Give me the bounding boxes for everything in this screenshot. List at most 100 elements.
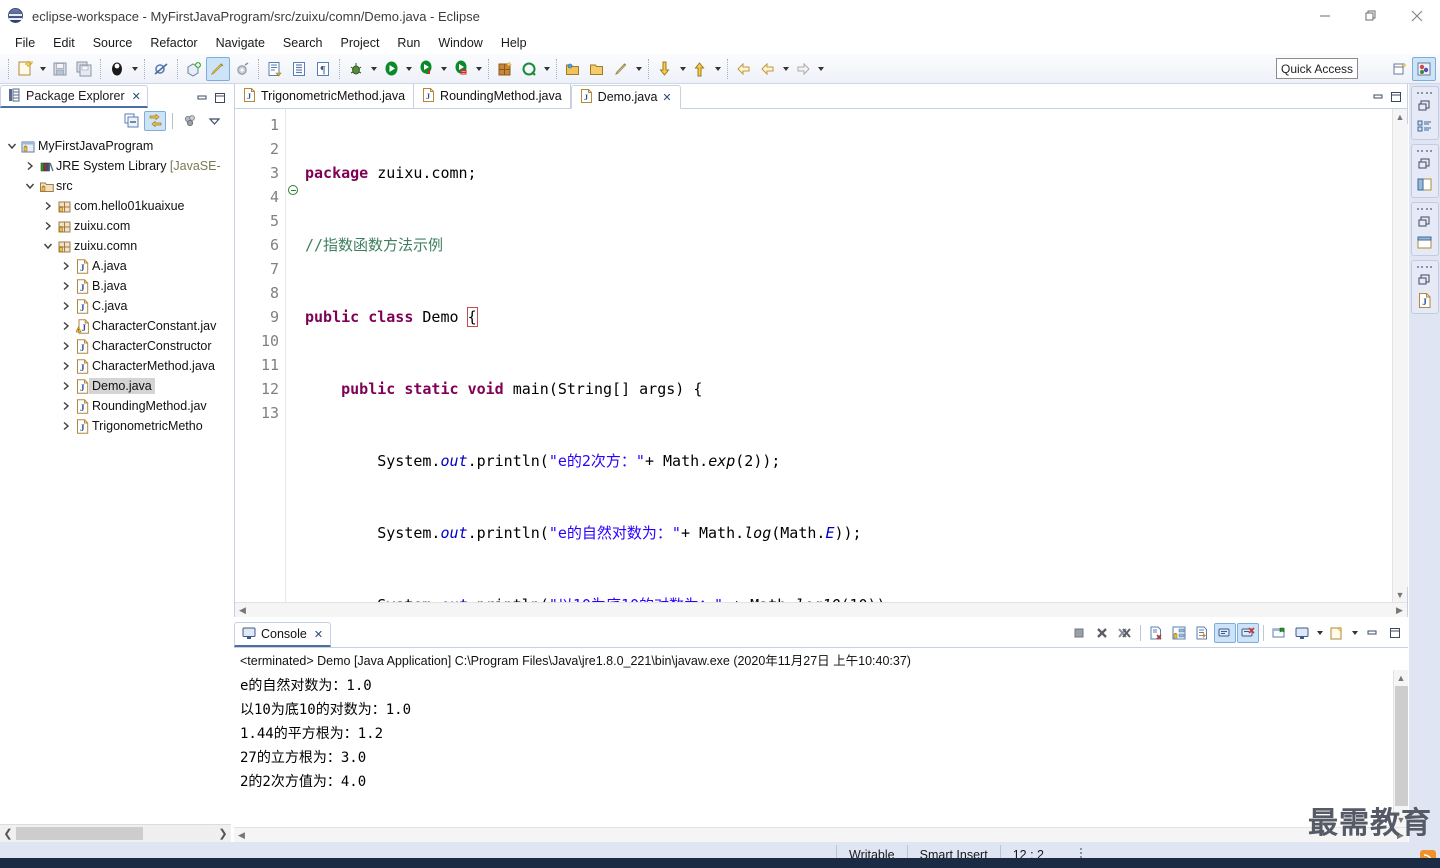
- scroll-left-icon[interactable]: ◀: [235, 603, 250, 618]
- editor-shortcut[interactable]: [1410, 202, 1439, 256]
- drag-handle[interactable]: [1416, 263, 1433, 270]
- chevron-right-icon[interactable]: [58, 338, 74, 354]
- scroll-thumb[interactable]: [16, 827, 144, 840]
- console-output[interactable]: e的自然对数为：1.0 以10为底10的对数为：1.0 1.44的平方根为：1.2 2…: [234, 670, 1393, 827]
- previous-annotation-dropdown-icon[interactable]: [712, 57, 723, 81]
- open-folder-icon[interactable]: [585, 57, 609, 81]
- tree-item-myfirstjavaprogram[interactable]: MyFirstJavaProgram: [0, 136, 231, 156]
- restore-icon[interactable]: [1414, 212, 1436, 232]
- scroll-left-icon[interactable]: ❮: [0, 826, 16, 842]
- link-with-editor-icon[interactable]: [144, 110, 166, 131]
- scroll-track[interactable]: [250, 603, 1392, 618]
- open-console-icon[interactable]: [1326, 623, 1348, 643]
- run-dropdown-icon[interactable]: [403, 57, 414, 81]
- chevron-right-icon[interactable]: [58, 418, 74, 434]
- coverage-icon[interactable]: [449, 57, 473, 81]
- menu-window[interactable]: Window: [429, 34, 491, 52]
- maximize-button[interactable]: [1348, 0, 1394, 32]
- scroll-down-icon[interactable]: ▼: [1394, 812, 1409, 827]
- previous-annotation-icon[interactable]: [688, 57, 712, 81]
- chevron-right-icon[interactable]: [40, 218, 56, 234]
- new-perspective-icon[interactable]: [1388, 57, 1412, 81]
- menu-navigate[interactable]: Navigate: [207, 34, 274, 52]
- forward-dropdown-icon[interactable]: [815, 57, 826, 81]
- drag-handle[interactable]: [1416, 89, 1433, 96]
- chevron-right-icon[interactable]: [58, 378, 74, 394]
- chevron-right-icon[interactable]: [58, 298, 74, 314]
- word-wrap-icon[interactable]: [1191, 623, 1213, 643]
- back-icon[interactable]: [732, 57, 756, 81]
- debug-dropdown-icon[interactable]: [368, 57, 379, 81]
- tab-console[interactable]: Console ✕: [234, 622, 332, 647]
- project-tree[interactable]: MyFirstJavaProgram JRE System Library [Ja…: [0, 134, 231, 824]
- tab-roundingmethod[interactable]: J RoundingMethod.java: [414, 84, 571, 108]
- view-menu-filters-icon[interactable]: [179, 111, 201, 131]
- scroll-track[interactable]: [1392, 124, 1408, 587]
- tree-item-characterconstant-jav[interactable]: J CharacterConstant.jav: [0, 316, 231, 336]
- scroll-up-icon[interactable]: ▲: [1393, 109, 1408, 124]
- chevron-down-icon[interactable]: [4, 138, 20, 154]
- restore-icon[interactable]: [1414, 270, 1436, 290]
- menu-search[interactable]: Search: [274, 34, 332, 52]
- annotation-icon[interactable]: [609, 57, 633, 81]
- search-icon[interactable]: [517, 57, 541, 81]
- tree-item-jre-system-library[interactable]: JRE System Library [JavaSE-: [0, 156, 231, 176]
- close-icon[interactable]: ✕: [662, 91, 671, 104]
- chevron-right-icon[interactable]: [40, 198, 56, 214]
- annotation-dropdown-icon[interactable]: [633, 57, 644, 81]
- maximize-icon[interactable]: [1384, 623, 1406, 643]
- menu-help[interactable]: Help: [492, 34, 536, 52]
- new-wizard-icon[interactable]: [13, 57, 37, 81]
- restore-icon[interactable]: [1414, 96, 1436, 116]
- minimize-icon[interactable]: [193, 89, 211, 107]
- maximize-icon[interactable]: [1387, 88, 1405, 106]
- chevron-right-icon[interactable]: [58, 258, 74, 274]
- minimize-icon[interactable]: [1361, 623, 1383, 643]
- next-annotation-dropdown-icon[interactable]: [677, 57, 688, 81]
- menu-run[interactable]: Run: [388, 34, 429, 52]
- tab-trigonometricmethod[interactable]: J TrigonometricMethod.java: [235, 84, 415, 108]
- show-console-on-output-icon[interactable]: [1214, 623, 1236, 643]
- save-all-icon[interactable]: [72, 57, 96, 81]
- chevron-right-icon[interactable]: [58, 318, 74, 334]
- console-output-area[interactable]: e的自然对数为：1.0 以10为底10的对数为：1.0 1.44的平方根为：1.2 2…: [234, 670, 1408, 827]
- scroll-right-icon[interactable]: ▶: [1393, 828, 1408, 843]
- remove-all-terminated-icon[interactable]: [1114, 623, 1136, 643]
- chevron-right-icon[interactable]: [58, 278, 74, 294]
- tree-item-characterconstructor[interactable]: J CharacterConstructor: [0, 336, 231, 356]
- new-java-class-dropdown-icon[interactable]: [129, 57, 140, 81]
- next-annotation-icon[interactable]: [653, 57, 677, 81]
- tree-item-trigonometricmetho[interactable]: J TrigonometricMetho: [0, 416, 231, 436]
- java-file-icon[interactable]: J: [1414, 290, 1436, 310]
- chevron-down-icon[interactable]: [40, 238, 56, 254]
- pin-console-icon[interactable]: [1268, 623, 1290, 643]
- minimize-icon[interactable]: [1369, 88, 1387, 106]
- drag-handle[interactable]: [1416, 205, 1433, 212]
- package-explorer-shortcut[interactable]: [1410, 144, 1439, 198]
- menu-edit[interactable]: Edit: [44, 34, 84, 52]
- tree-item-c-java[interactable]: J C.java: [0, 296, 231, 316]
- coverage-dropdown-icon[interactable]: [473, 57, 484, 81]
- tree-item-b-java[interactable]: J B.java: [0, 276, 231, 296]
- new-java-class-icon[interactable]: [105, 57, 129, 81]
- editor-horizontal-scrollbar[interactable]: ◀ ▶: [235, 602, 1407, 617]
- source-code[interactable]: package zuixu.comn; //指数函数方法示例 public cl…: [299, 109, 1392, 602]
- scroll-track[interactable]: [16, 827, 215, 840]
- console-horizontal-scrollbar[interactable]: ◀ ▶: [234, 827, 1408, 842]
- forward-icon[interactable]: [791, 57, 815, 81]
- chevron-down-icon[interactable]: [22, 178, 38, 194]
- chevron-right-icon[interactable]: [22, 158, 38, 174]
- new-java-project-icon[interactable]: [493, 57, 517, 81]
- run-external-tools-icon[interactable]: [414, 57, 438, 81]
- show-whitespace-icon[interactable]: ¶: [311, 57, 335, 81]
- open-resource-icon[interactable]: [561, 57, 585, 81]
- tree-item-src[interactable]: src: [0, 176, 231, 196]
- tree-item-com-hello01kuaixue[interactable]: com.hello01kuaixue: [0, 196, 231, 216]
- left-panel-icon[interactable]: [1414, 174, 1436, 194]
- folding-ruler[interactable]: [285, 109, 299, 602]
- outline-icon[interactable]: [1414, 116, 1436, 136]
- forward-history-dropdown-icon[interactable]: [780, 57, 791, 81]
- forward-history-icon[interactable]: [756, 57, 780, 81]
- minimize-button[interactable]: [1302, 0, 1348, 32]
- build-icon[interactable]: [230, 57, 254, 81]
